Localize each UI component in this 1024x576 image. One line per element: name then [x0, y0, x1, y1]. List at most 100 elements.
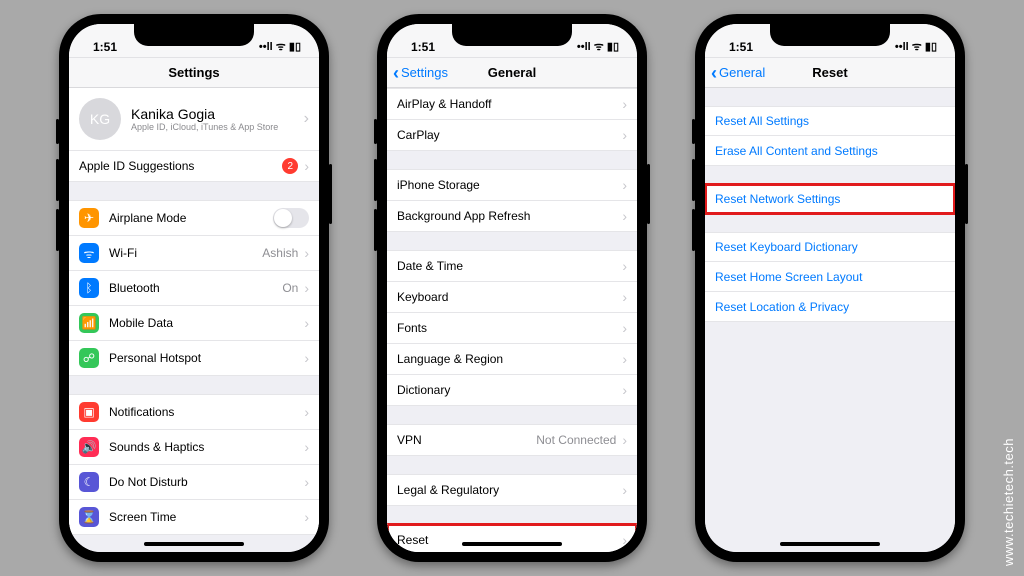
row-label: Erase All Content and Settings	[715, 144, 945, 158]
row-bluetooth[interactable]: ᛒ Bluetooth On ›	[69, 271, 319, 306]
chevron-right-icon: ›	[622, 532, 627, 548]
row-label: AirPlay & Handoff	[397, 97, 620, 111]
row-label: Date & Time	[397, 259, 620, 273]
status-indicators: ••ll ᯤ ▮▯	[895, 39, 937, 54]
navbar-general: ‹ Settings General	[387, 58, 637, 88]
row-notifications[interactable]: ▣ Notifications ›	[69, 394, 319, 430]
row-value: Ashish	[262, 246, 298, 260]
reset-content[interactable]: Reset All Settings Erase All Content and…	[705, 88, 955, 552]
row-app-refresh[interactable]: Background App Refresh ›	[387, 201, 637, 232]
back-button[interactable]: ‹ Settings	[393, 64, 448, 82]
row-airplane[interactable]: ✈ Airplane Mode	[69, 200, 319, 236]
row-screentime[interactable]: ⌛ Screen Time ›	[69, 500, 319, 535]
row-label: Reset All Settings	[715, 114, 945, 128]
row-fonts[interactable]: Fonts ›	[387, 313, 637, 344]
row-legal[interactable]: Legal & Regulatory ›	[387, 474, 637, 506]
back-label: Settings	[401, 65, 448, 80]
profile-row[interactable]: KG Kanika Gogia Apple ID, iCloud, iTunes…	[69, 88, 319, 151]
avatar: KG	[79, 98, 121, 140]
row-keyboard[interactable]: Keyboard ›	[387, 282, 637, 313]
chevron-right-icon: ›	[304, 315, 309, 331]
navbar-title: Settings	[168, 65, 219, 80]
chevron-right-icon: ›	[622, 177, 627, 193]
status-time: 1:51	[729, 40, 753, 54]
chevron-right-icon: ›	[304, 439, 309, 455]
wifi-icon: ᯤ	[79, 243, 99, 263]
phone-reset: 1:51 ••ll ᯤ ▮▯ ‹ General Reset Reset All…	[695, 14, 965, 562]
row-label: Language & Region	[397, 352, 620, 366]
sounds-icon: 🔊	[79, 437, 99, 457]
row-language[interactable]: Language & Region ›	[387, 344, 637, 375]
row-label: Notifications	[109, 405, 302, 419]
row-value: Not Connected	[536, 433, 616, 447]
row-reset-network[interactable]: Reset Network Settings	[705, 184, 955, 214]
row-label: Reset Keyboard Dictionary	[715, 240, 945, 254]
watermark: www.techietech.tech	[1001, 438, 1016, 566]
profile-sub: Apple ID, iCloud, iTunes & App Store	[131, 122, 278, 132]
row-carplay[interactable]: CarPlay ›	[387, 120, 637, 151]
home-indicator[interactable]	[780, 542, 880, 546]
row-label: Screen Time	[109, 510, 302, 524]
notch	[134, 24, 254, 46]
navbar-title: Reset	[812, 65, 847, 80]
chevron-right-icon: ›	[304, 158, 309, 174]
row-date[interactable]: Date & Time ›	[387, 250, 637, 282]
home-indicator[interactable]	[144, 542, 244, 546]
notch	[770, 24, 890, 46]
back-button[interactable]: ‹ General	[711, 64, 765, 82]
row-storage[interactable]: iPhone Storage ›	[387, 169, 637, 201]
profile-name: Kanika Gogia	[131, 106, 278, 122]
row-dictionary[interactable]: Dictionary ›	[387, 375, 637, 406]
status-time: 1:51	[411, 40, 435, 54]
chevron-right-icon: ›	[304, 509, 309, 525]
row-hotspot[interactable]: ☍ Personal Hotspot ›	[69, 341, 319, 376]
row-dnd[interactable]: ☾ Do Not Disturb ›	[69, 465, 319, 500]
row-label: Do Not Disturb	[109, 475, 302, 489]
row-reset[interactable]: Reset ›	[387, 524, 637, 552]
navbar-settings: Settings	[69, 58, 319, 88]
screentime-icon: ⌛	[79, 507, 99, 527]
row-label: Background App Refresh	[397, 209, 620, 223]
row-sounds[interactable]: 🔊 Sounds & Haptics ›	[69, 430, 319, 465]
row-label: Fonts	[397, 321, 620, 335]
home-indicator[interactable]	[462, 542, 562, 546]
row-label: Airplane Mode	[109, 211, 273, 225]
status-time: 1:51	[93, 40, 117, 54]
general-content[interactable]: AirPlay & Handoff › CarPlay › iPhone Sto…	[387, 88, 637, 552]
chevron-right-icon: ›	[622, 258, 627, 274]
row-reset-keyboard[interactable]: Reset Keyboard Dictionary	[705, 232, 955, 262]
row-label: Reset Home Screen Layout	[715, 270, 945, 284]
row-label: Legal & Regulatory	[397, 483, 620, 497]
status-indicators: ••ll ᯤ ▮▯	[577, 39, 619, 54]
chevron-right-icon: ›	[622, 96, 627, 112]
row-wifi[interactable]: ᯤ Wi-Fi Ashish ›	[69, 236, 319, 271]
chevron-left-icon: ‹	[711, 64, 717, 82]
row-label: VPN	[397, 433, 536, 447]
row-mobile-data[interactable]: 📶 Mobile Data ›	[69, 306, 319, 341]
chevron-right-icon: ›	[304, 350, 309, 366]
row-label: Wi-Fi	[109, 246, 262, 260]
row-reset-all[interactable]: Reset All Settings	[705, 106, 955, 136]
hotspot-icon: ☍	[79, 348, 99, 368]
settings-content[interactable]: KG Kanika Gogia Apple ID, iCloud, iTunes…	[69, 88, 319, 552]
row-appleid-suggestions[interactable]: Apple ID Suggestions 2 ›	[69, 151, 319, 182]
notch	[452, 24, 572, 46]
row-airplay[interactable]: AirPlay & Handoff ›	[387, 88, 637, 120]
chevron-right-icon: ›	[304, 474, 309, 490]
chevron-right-icon: ›	[622, 482, 627, 498]
row-erase-all[interactable]: Erase All Content and Settings	[705, 136, 955, 166]
chevron-right-icon: ›	[622, 382, 627, 398]
phone-settings: 1:51 ••ll ᯤ ▮▯ Settings KG Kanika Gogia …	[59, 14, 329, 562]
toggle-switch[interactable]	[273, 208, 309, 228]
row-reset-location[interactable]: Reset Location & Privacy	[705, 292, 955, 322]
badge: 2	[282, 158, 298, 174]
row-value: On	[282, 281, 298, 295]
back-label: General	[719, 65, 765, 80]
chevron-right-icon: ›	[622, 127, 627, 143]
row-label: Reset Network Settings	[715, 192, 945, 206]
row-label: Keyboard	[397, 290, 620, 304]
row-reset-home[interactable]: Reset Home Screen Layout	[705, 262, 955, 292]
chevron-right-icon: ›	[622, 208, 627, 224]
row-label: Apple ID Suggestions	[79, 159, 282, 173]
row-vpn[interactable]: VPN Not Connected ›	[387, 424, 637, 456]
